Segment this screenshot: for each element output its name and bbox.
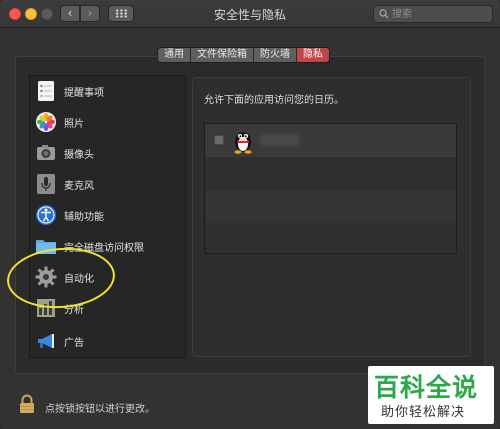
- privacy-sidebar: 提醒事项 照片 摄像头 麦克风 辅助功能 完全磁盘访问权限 自动化 分析 广告: [29, 75, 186, 358]
- search-field[interactable]: [373, 5, 493, 23]
- app-name-redacted: [259, 134, 299, 146]
- accessibility-icon: [36, 205, 56, 225]
- watermark-title: 百科全说: [374, 373, 479, 402]
- app-list[interactable]: [204, 123, 457, 254]
- photos-icon: [36, 112, 56, 132]
- lock-hint-text: 点按锁按钮以进行更改。: [45, 404, 155, 415]
- list-item: [205, 157, 456, 190]
- sidebar-item-photos[interactable]: 照片: [30, 107, 185, 138]
- permission-description: 允许下面的应用访问您的日历。: [204, 95, 344, 106]
- sidebar-item-advertising[interactable]: 广告: [30, 326, 185, 357]
- camera-icon: [37, 145, 55, 160]
- sidebar-item-label: 提醒事项: [64, 88, 104, 99]
- sidebar-item-label: 广告: [64, 338, 84, 349]
- sidebar-item-reminders[interactable]: 提醒事项: [30, 76, 185, 107]
- search-icon: [379, 9, 389, 19]
- lock-icon[interactable]: [18, 394, 36, 414]
- app-permission-checkbox[interactable]: [214, 135, 224, 145]
- search-input[interactable]: [392, 7, 488, 21]
- watermark-subtitle: 助你轻松解决: [381, 405, 466, 420]
- sidebar-item-microphone[interactable]: 麦克风: [30, 169, 185, 200]
- tab-filevault[interactable]: 文件保险箱: [191, 48, 254, 62]
- tab-bar: 通用 文件保险箱 防火墙 隐私: [157, 47, 330, 63]
- microphone-icon: [37, 174, 55, 194]
- megaphone-icon: [38, 334, 54, 348]
- title-bar: ‹ › 安全性与隐私: [0, 0, 500, 28]
- sidebar-item-accessibility[interactable]: 辅助功能: [30, 200, 185, 231]
- list-item: [205, 190, 456, 223]
- sidebar-item-label: 摄像头: [64, 150, 94, 161]
- qq-penguin-icon: [234, 132, 252, 154]
- list-item: [205, 223, 456, 253]
- list-item[interactable]: [205, 124, 456, 157]
- tab-general[interactable]: 通用: [158, 48, 191, 62]
- reminders-icon: [38, 81, 54, 101]
- sidebar-item-label: 照片: [64, 119, 84, 130]
- preferences-window: ‹ › 安全性与隐私 通用 文件保险箱 防火墙 隐私: [0, 0, 500, 429]
- tab-firewall[interactable]: 防火墙: [254, 48, 297, 62]
- sidebar-item-camera[interactable]: 摄像头: [30, 138, 185, 169]
- sidebar-item-label: 辅助功能: [64, 212, 104, 223]
- sidebar-item-label: 麦克风: [64, 181, 94, 192]
- tab-privacy[interactable]: 隐私: [297, 48, 329, 62]
- watermark-logo: 百科全说 助你轻松解决: [368, 366, 494, 424]
